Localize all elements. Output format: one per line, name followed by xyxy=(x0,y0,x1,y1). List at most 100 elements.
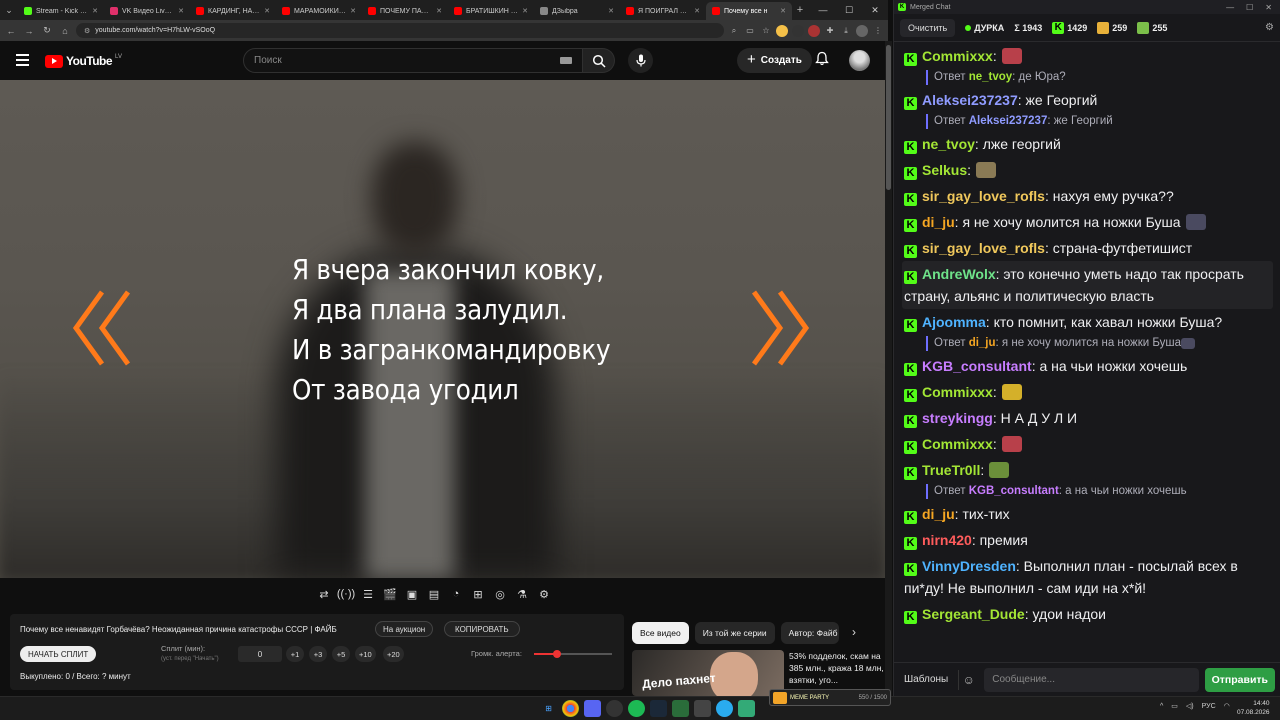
chat-username[interactable]: VinnyDresden xyxy=(922,558,1016,574)
app-icon[interactable] xyxy=(738,700,755,717)
close-window-button[interactable]: ✕ xyxy=(862,5,888,16)
browser-tab[interactable]: Почему все н ✕ xyxy=(706,2,792,20)
emoji-icon[interactable]: ☺ xyxy=(958,669,978,690)
browser-tab[interactable]: ДЗыbра ✕ xyxy=(534,2,620,20)
filter-chip-author[interactable]: Автор: Файб xyxy=(780,622,839,644)
browser-tab[interactable]: МАРАМОЙКИ УЧАТ ✕ xyxy=(276,2,362,20)
browser-tab[interactable]: Я ПОИГРАЛ В WA... ✕ xyxy=(620,2,706,20)
browser-tab[interactable]: БРАТИШКИН СОЦ ✕ xyxy=(448,2,534,20)
zoom-icon[interactable]: ⌕ xyxy=(728,25,740,37)
picture-in-picture-icon[interactable]: ▣ xyxy=(402,584,422,604)
templates-button[interactable]: Шаблоны xyxy=(900,674,952,685)
alert-volume-slider[interactable] xyxy=(534,650,612,658)
site-info-icon[interactable]: ⚙ xyxy=(84,27,90,35)
speed-icon[interactable]: ◔ xyxy=(446,584,466,604)
steam-icon[interactable] xyxy=(650,700,667,717)
chat-username[interactable]: di_ju xyxy=(922,506,955,522)
page-scrollbar[interactable] xyxy=(885,41,892,696)
chrome-icon[interactable] xyxy=(562,700,579,717)
scrollbar-thumb[interactable] xyxy=(886,45,891,190)
auction-button[interactable]: На аукцион xyxy=(375,621,434,637)
tab-close-icon[interactable]: ✕ xyxy=(350,7,356,15)
step-button[interactable]: +10 xyxy=(355,646,376,662)
video-player[interactable]: Я вчера закончил ковку, Я два плана залу… xyxy=(0,80,885,578)
create-button[interactable]: + Создать xyxy=(737,48,812,73)
filter-chip-all[interactable]: Все видео xyxy=(632,622,689,644)
add-frame-icon[interactable]: ⊞ xyxy=(468,584,488,604)
minimize-button[interactable]: — xyxy=(1226,3,1234,12)
reload-icon[interactable]: ↻ xyxy=(40,25,54,36)
screenshot-icon[interactable]: ◎ xyxy=(490,584,510,604)
tab-close-icon[interactable]: ✕ xyxy=(178,7,184,15)
bookmark-star-icon[interactable]: ☆ xyxy=(760,25,772,37)
tab-close-icon[interactable]: ✕ xyxy=(264,7,270,15)
extension-icon[interactable] xyxy=(792,24,804,37)
step-button[interactable]: +1 xyxy=(286,646,304,662)
reply-username[interactable]: KGB_consultant xyxy=(969,485,1059,497)
cast-icon[interactable]: ▭ xyxy=(744,25,756,37)
chat-username[interactable]: di_ju xyxy=(922,214,955,230)
close-window-button[interactable]: ✕ xyxy=(1265,3,1272,12)
wifi-icon[interactable]: ◠ xyxy=(1224,702,1230,710)
search-button[interactable] xyxy=(583,48,615,73)
browser-tab[interactable]: VK Видео Live — Гла ✕ xyxy=(104,2,190,20)
reply-username[interactable]: Aleksei237237 xyxy=(969,115,1048,127)
chat-username[interactable]: nirn420 xyxy=(922,532,972,548)
start-split-button[interactable]: НАЧАТЬ СПЛИТ xyxy=(20,646,97,662)
chat-username[interactable]: Sergeant_Dude xyxy=(922,606,1025,622)
back-icon[interactable]: ← xyxy=(4,26,18,36)
search-input[interactable]: Поиск xyxy=(243,48,583,73)
tab-close-icon[interactable]: ✕ xyxy=(780,7,786,15)
youtube-logo[interactable]: YouTube LV xyxy=(45,54,122,68)
voice-search-button[interactable] xyxy=(628,48,653,73)
volume-icon[interactable]: ◁) xyxy=(1186,702,1194,710)
app-icon[interactable] xyxy=(672,700,689,717)
chat-username[interactable]: sir_gay_love_rofls xyxy=(922,188,1045,204)
tab-close-icon[interactable]: ✕ xyxy=(522,7,528,15)
chat-username[interactable]: Selkus xyxy=(922,162,967,178)
chat-username[interactable]: Commixxx xyxy=(922,436,993,452)
language-indicator[interactable]: РУС xyxy=(1202,703,1216,710)
address-bar[interactable]: ⚙ youtube.com/watch?v=H7hLW-vSOoQ xyxy=(76,23,724,38)
system-clock[interactable]: 14:40 07.08.2026 xyxy=(1237,699,1270,717)
loop-icon[interactable]: ⇄ xyxy=(314,584,334,604)
recommendation-title[interactable]: 53% подделок, скам на 385 млн., кража 18… xyxy=(789,650,885,686)
app-icon[interactable] xyxy=(694,700,711,717)
telegram-icon[interactable] xyxy=(716,700,733,717)
send-button[interactable]: Отправить xyxy=(1204,667,1275,692)
network-icon[interactable]: ▭ xyxy=(1171,702,1178,710)
forward-icon[interactable]: → xyxy=(22,26,36,36)
broadcast-icon[interactable]: ((·)) xyxy=(336,584,356,604)
user-avatar[interactable] xyxy=(849,50,870,71)
browser-tab[interactable]: ПОЧЕМУ ПАПА ПР ✕ xyxy=(362,2,448,20)
clapper-icon[interactable]: 🎬 xyxy=(380,584,400,604)
hamburger-menu-icon[interactable] xyxy=(16,54,29,69)
menu-icon[interactable]: ⋮ xyxy=(872,25,884,37)
reply-username[interactable]: ne_tvoy xyxy=(969,71,1012,83)
notifications-bell-icon[interactable] xyxy=(815,51,829,69)
maximize-button[interactable]: ☐ xyxy=(1246,3,1253,12)
tab-close-icon[interactable]: ✕ xyxy=(92,7,98,15)
tab-close-icon[interactable]: ✕ xyxy=(608,7,614,15)
browser-tab[interactable]: Stream - Kick Dashbo ✕ xyxy=(18,2,104,20)
obs-icon[interactable] xyxy=(606,700,623,717)
filter-chip-series[interactable]: Из той же серии xyxy=(694,622,775,644)
tray-chevron-icon[interactable]: ^ xyxy=(1160,703,1163,710)
chevron-right-icon[interactable]: › xyxy=(852,625,856,639)
playlist-icon[interactable]: ☰ xyxy=(358,584,378,604)
puzzle-icon[interactable]: ✚ xyxy=(824,25,836,37)
chat-username[interactable]: streykingg xyxy=(922,410,993,426)
split-minutes-input[interactable]: 0 xyxy=(238,646,282,662)
home-icon[interactable]: ⌂ xyxy=(58,26,72,36)
profile-icon[interactable] xyxy=(856,24,868,37)
tab-close-icon[interactable]: ✕ xyxy=(694,7,700,15)
tab-close-icon[interactable]: ✕ xyxy=(436,7,442,15)
download-icon[interactable]: ⤓ xyxy=(840,25,852,37)
settings-gear-icon[interactable]: ⚙ xyxy=(1265,22,1274,33)
subtitles-icon[interactable]: ▤ xyxy=(424,584,444,604)
chat-username[interactable]: Aleksei237237 xyxy=(922,92,1018,108)
chat-username[interactable]: sir_gay_love_rofls xyxy=(922,240,1045,256)
copy-button[interactable]: КОПИРОВАТЬ xyxy=(444,621,520,637)
maximize-button[interactable]: ☐ xyxy=(836,5,862,16)
step-button[interactable]: +5 xyxy=(332,646,350,662)
